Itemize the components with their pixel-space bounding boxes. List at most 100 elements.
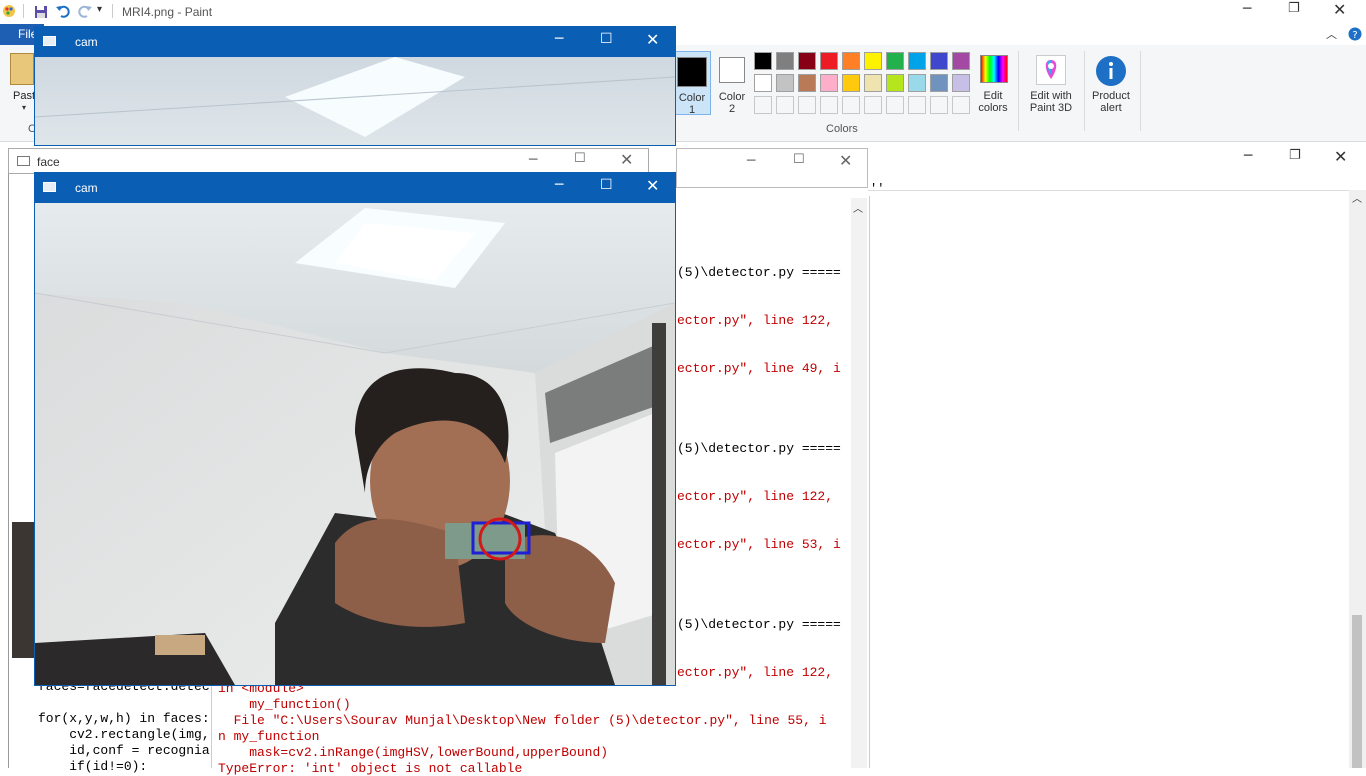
palette-swatch[interactable]	[952, 74, 970, 92]
cam-title: cam	[75, 181, 98, 195]
shell-scrollbar[interactable]: ︿	[851, 198, 867, 768]
scroll-up-icon[interactable]: ︿	[1352, 190, 1362, 205]
palette-swatch[interactable]	[798, 52, 816, 70]
palette-empty-slot[interactable]	[754, 96, 772, 114]
face-maximize-icon[interactable]: ☐	[574, 151, 586, 166]
palette-empty-slot[interactable]	[930, 96, 948, 114]
palette-swatch[interactable]	[886, 74, 904, 92]
palette-swatch[interactable]	[842, 52, 860, 70]
cam-window-top: cam ─ ☐ ✕	[34, 26, 676, 146]
palette-empty-slot[interactable]	[952, 96, 970, 114]
edit-colors-label: Edit colors	[978, 90, 1008, 114]
window-title: MRI4.png - Paint	[122, 5, 213, 19]
editor-left-strip	[12, 522, 36, 658]
shell-traceback-line: n my_function	[218, 729, 320, 744]
editor-close-icon[interactable]: ✕	[1334, 147, 1347, 166]
palette-empty-slot[interactable]	[886, 96, 904, 114]
editor-restore-icon[interactable]: ❐	[1289, 148, 1301, 163]
palette-empty-slot[interactable]	[864, 96, 882, 114]
palette-swatch[interactable]	[886, 52, 904, 70]
edit-colors-icon	[980, 55, 1008, 83]
shell-output-line: ector.py", line 49, i	[677, 361, 841, 376]
palette-swatch[interactable]	[820, 52, 838, 70]
shell-maximize-icon[interactable]: ☐	[793, 152, 805, 167]
shell-scroll-up-icon[interactable]: ︿	[853, 200, 863, 215]
palette-swatch[interactable]	[864, 74, 882, 92]
shell-minimize-icon[interactable]: ─	[747, 153, 755, 169]
paint-app-icon[interactable]	[2, 4, 16, 18]
palette-empty-slot[interactable]	[842, 96, 860, 114]
palette-empty-slot[interactable]	[776, 96, 794, 114]
shell-output-line: ector.py", line 122,	[677, 313, 834, 328]
shell-traceback-line: TypeError: 'int' object is not callable	[218, 761, 523, 776]
shell-traceback-line: File "C:\Users\Sourav Munjal\Desktop\New…	[218, 713, 827, 728]
cam-top-maximize-icon[interactable]: ☐	[600, 31, 613, 47]
paste-dropdown-icon[interactable]: ▾	[22, 103, 26, 112]
color1-button[interactable]: Color 1	[673, 51, 711, 116]
palette-empty-slot[interactable]	[820, 96, 838, 114]
palette-swatch[interactable]	[798, 74, 816, 92]
save-icon[interactable]	[34, 5, 48, 19]
palette-swatch[interactable]	[776, 74, 794, 92]
shell-traceback-line: my_function()	[218, 697, 351, 712]
cam-close-icon[interactable]: ✕	[646, 176, 659, 195]
product-alert-icon	[1096, 56, 1126, 86]
cam-window: cam ─ ☐ ✕	[34, 172, 676, 686]
palette-swatch[interactable]	[864, 52, 882, 70]
product-alert-label: Product alert	[1092, 90, 1130, 114]
undo-icon[interactable]	[55, 4, 71, 18]
customize-qat-icon[interactable]: ▾	[97, 4, 102, 15]
color2-button[interactable]: Color 2	[713, 51, 751, 115]
shell-output-line: (5)\detector.py =====	[677, 617, 841, 632]
shell-close-icon[interactable]: ✕	[839, 151, 852, 170]
paste-icon[interactable]	[10, 53, 34, 85]
palette-swatch[interactable]	[776, 52, 794, 70]
editor-code-line: id,conf = recognia	[38, 743, 210, 758]
palette-swatch[interactable]	[842, 74, 860, 92]
editor-scroll-thumb[interactable]	[1352, 615, 1362, 768]
palette-swatch[interactable]	[754, 52, 772, 70]
collapse-ribbon-icon[interactable]: ︿	[1326, 26, 1337, 42]
edit-with-paint3d-button[interactable]: Edit with Paint 3D	[1024, 53, 1078, 117]
restore-icon[interactable]: ❐	[1288, 1, 1300, 16]
paint-titlebar: ▾ MRI4.png - Paint ─ ❐ ✕	[0, 0, 1366, 24]
paint3d-icon	[1036, 55, 1066, 85]
cam-maximize-icon[interactable]: ☐	[600, 177, 613, 193]
cam-minimize-icon[interactable]: ─	[555, 177, 563, 193]
cam-top-close-icon[interactable]: ✕	[646, 30, 659, 49]
face-close-icon[interactable]: ✕	[620, 150, 633, 169]
palette-empty-slot[interactable]	[798, 96, 816, 114]
cam-window-icon	[43, 182, 56, 192]
cam-top-title: cam	[75, 35, 98, 49]
editor-code-line: if(id!=0):	[38, 759, 148, 774]
editor-code-line: cv2.rectangle(img,	[38, 727, 210, 742]
cam-top-video-frame	[35, 57, 675, 145]
redo-icon[interactable]	[77, 4, 93, 18]
palette-swatch[interactable]	[952, 52, 970, 70]
shell-titlebar: ─ ☐ ✕	[676, 148, 868, 188]
palette-swatch[interactable]	[908, 74, 926, 92]
cam-video-frame	[35, 203, 675, 685]
palette-swatch[interactable]	[908, 52, 926, 70]
close-icon[interactable]: ✕	[1333, 0, 1346, 19]
product-alert-button[interactable]: Product alert	[1088, 53, 1134, 117]
palette-swatch[interactable]	[930, 52, 948, 70]
color2-label: Color 2	[718, 91, 746, 115]
editor-minimize-icon[interactable]: ─	[1244, 148, 1252, 164]
editor-scrollbar[interactable]: ︿	[1349, 190, 1366, 768]
help-icon[interactable]: ?	[1348, 27, 1362, 41]
cam-top-minimize-icon[interactable]: ─	[555, 31, 563, 47]
face-window-icon	[17, 156, 30, 166]
palette-empty-slot[interactable]	[908, 96, 926, 114]
palette-swatch[interactable]	[930, 74, 948, 92]
shell-output-line: ector.py", line 53, i	[677, 537, 841, 552]
shell-output-line: (5)\detector.py =====	[677, 441, 841, 456]
edit-colors-button[interactable]: Edit colors	[976, 53, 1010, 117]
shell-output-line: ector.py", line 122,	[677, 489, 834, 504]
minimize-icon[interactable]: ─	[1243, 1, 1251, 17]
face-window-titlebar: face ─ ☐ ✕	[8, 148, 649, 174]
editor-code-line: for(x,y,w,h) in faces:	[38, 711, 210, 726]
palette-swatch[interactable]	[754, 74, 772, 92]
palette-swatch[interactable]	[820, 74, 838, 92]
face-minimize-icon[interactable]: ─	[529, 152, 537, 168]
